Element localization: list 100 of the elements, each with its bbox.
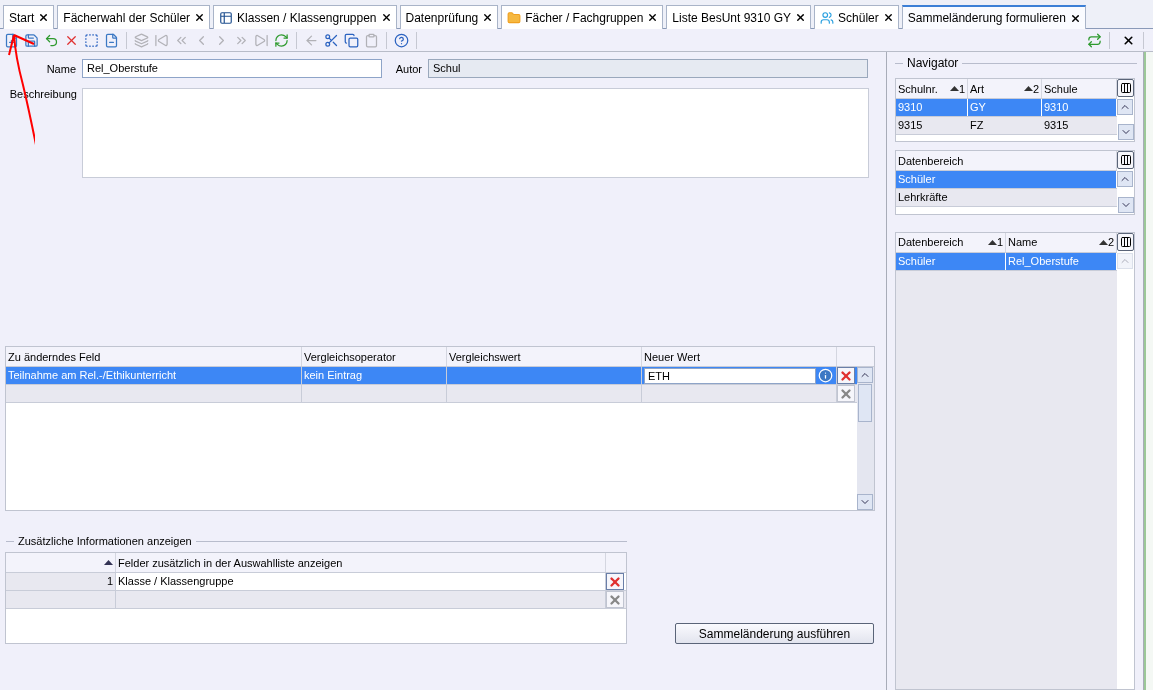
tab[interactable]: Fächer / Fachgruppen <box>501 5 664 29</box>
cut-icon <box>324 32 339 48</box>
delete-row-button[interactable] <box>837 367 855 384</box>
delete-row-button[interactable] <box>837 385 855 402</box>
sort-ascending-icon <box>1023 86 1033 91</box>
execute-button[interactable]: Sammeländerung ausführen <box>675 623 874 644</box>
toolbar-button[interactable] <box>323 31 340 49</box>
table-row[interactable]: 9315 FZ 9315 <box>896 117 1117 135</box>
column-header: Felder zusätzlich in der Auswahlliste anzeigen <box>116 553 606 572</box>
folder-icon <box>507 10 522 25</box>
first-record-icon <box>154 32 169 48</box>
scroll-down-button[interactable] <box>857 494 873 510</box>
column-header: Zu änderndes Feld <box>6 347 302 366</box>
tab[interactable]: Fächerwahl der Schüler <box>57 5 211 29</box>
scrollbar[interactable] <box>857 367 874 510</box>
table-row[interactable]: Teilnahme am Rel.-/Ethikunterricht kein Eintrag ETH <box>6 367 857 385</box>
paste-icon <box>364 32 379 48</box>
toolbar-button[interactable] <box>343 31 360 49</box>
table-cell: Teilnahme am Rel.-/Ethikunterricht <box>8 369 177 381</box>
table-row[interactable]: Lehrkräfte <box>896 189 1117 208</box>
table-cell: Klasse / Klassengruppe <box>118 575 234 587</box>
section-title: Zusätzliche Informationen anzeigen <box>18 535 192 547</box>
column-header: Name <box>1008 236 1039 249</box>
tab-label: Sammeländerung formulieren <box>907 11 1066 25</box>
scroll-up-button[interactable] <box>857 367 873 383</box>
close-icon[interactable] <box>647 12 659 23</box>
last-record-icon <box>254 32 269 48</box>
table-cell: 9315 <box>898 119 923 131</box>
toolbar-button[interactable] <box>273 31 290 49</box>
copy-icon <box>344 32 359 48</box>
tab-label: Fächerwahl der Schüler <box>63 10 191 25</box>
tab-label: Liste BesUnt 9310 GY <box>672 10 792 25</box>
tab-label: Fächer / Fachgruppen <box>525 10 644 25</box>
tab[interactable]: Klassen / Klassengruppen <box>213 5 397 29</box>
undo-icon <box>44 32 59 48</box>
column-header: Datenbereich <box>898 236 965 249</box>
column-header: Schule <box>1044 82 1079 95</box>
sort-ascending-icon <box>987 239 997 245</box>
table-row[interactable]: 9310 GY 9310 <box>896 99 1117 117</box>
field-label: Autor <box>394 62 423 75</box>
close-icon[interactable] <box>380 12 392 23</box>
tab[interactable]: Sammeländerung formulieren <box>901 5 1086 29</box>
tab[interactable]: Schüler <box>814 5 899 29</box>
close-icon[interactable] <box>194 12 206 23</box>
scroll-down-button[interactable] <box>1117 196 1134 213</box>
tab-label: Schüler <box>838 10 879 25</box>
scroll-thumb[interactable] <box>858 384 872 422</box>
column-header: Datenbereich <box>898 154 965 167</box>
stack-icon <box>134 32 149 48</box>
close-icon[interactable] <box>482 12 494 23</box>
column-header: Vergleichsoperator <box>302 347 447 366</box>
column-header: Neuer Wert <box>642 347 837 366</box>
table-cell: Lehrkräfte <box>898 191 948 204</box>
close-icon[interactable] <box>795 12 807 23</box>
table-cell: Schüler <box>898 173 936 186</box>
close-icon[interactable] <box>38 12 50 23</box>
toolbar-button[interactable] <box>1086 31 1103 49</box>
toolbar-button[interactable] <box>103 31 120 49</box>
delete-icon <box>608 592 622 607</box>
form-minus-icon <box>104 32 119 48</box>
delete-row-button[interactable] <box>606 573 624 590</box>
column-chooser-button[interactable] <box>1117 151 1134 170</box>
table-cell: Schüler <box>898 254 936 267</box>
new-value-field[interactable]: ETH <box>644 368 816 384</box>
row-number: 1 <box>106 575 113 587</box>
name-field[interactable]: Rel_Oberstufe <box>82 59 382 78</box>
scroll-down-button[interactable] <box>1117 124 1134 141</box>
description-field[interactable] <box>82 88 869 178</box>
toolbar-button[interactable] <box>23 31 40 49</box>
column-header: Schulnr. <box>898 82 939 95</box>
tab[interactable]: Start <box>3 5 55 29</box>
table-cell: 9310 <box>1044 101 1069 113</box>
field-label: Name <box>45 62 77 75</box>
table-cell: 9315 <box>1044 119 1069 131</box>
tab[interactable]: Datenprüfung <box>399 5 499 29</box>
toolbar-button[interactable] <box>393 31 410 49</box>
section-title: Navigator <box>907 56 959 70</box>
column-chooser-icon <box>1119 235 1132 248</box>
column-header: Vergleichswert <box>447 347 642 366</box>
author-field[interactable]: Schul <box>428 59 868 78</box>
toolbar-button[interactable] <box>83 31 100 49</box>
column-chooser-button[interactable] <box>1117 79 1134 97</box>
column-chooser-button[interactable] <box>1117 232 1134 251</box>
table-row[interactable]: Schüler <box>896 171 1117 190</box>
table-cell: kein Eintrag <box>304 369 363 381</box>
table-icon <box>219 10 234 25</box>
close-icon[interactable] <box>1069 12 1081 24</box>
info-icon[interactable] <box>818 368 833 383</box>
delete-row-button[interactable] <box>606 591 624 608</box>
swap-icon <box>1087 32 1102 48</box>
delete-icon <box>608 574 622 589</box>
table-row[interactable]: 1 Klasse / Klassengruppe <box>6 573 626 591</box>
people-icon <box>820 10 835 25</box>
tab-label: Klassen / Klassengruppen <box>237 10 377 25</box>
delete-icon <box>839 368 853 383</box>
close-icon[interactable] <box>882 12 894 23</box>
close-icon <box>1122 33 1135 47</box>
toolbar-button[interactable] <box>3 31 20 49</box>
tab[interactable]: Liste BesUnt 9310 GY <box>666 5 812 29</box>
sort-ascending-icon <box>104 560 113 565</box>
